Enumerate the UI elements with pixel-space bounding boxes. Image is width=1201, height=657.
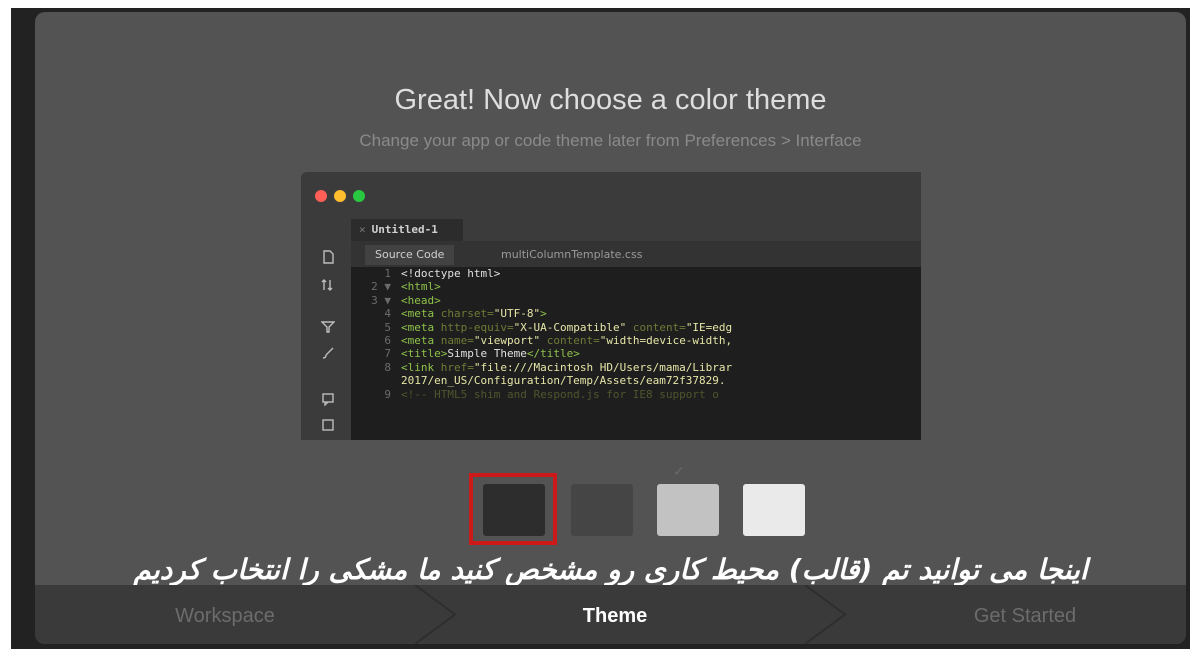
maximize-window-dot bbox=[353, 190, 365, 202]
code-text: <meta name="viewport" content="width=dev… bbox=[401, 333, 733, 347]
line-number: 4 bbox=[384, 307, 391, 321]
code-line: 4 <meta charset="UTF-8"> bbox=[351, 307, 921, 320]
code-text: <head> bbox=[401, 293, 441, 307]
code-line: 1 <!doctype html> bbox=[351, 267, 921, 280]
code-fade bbox=[351, 400, 921, 440]
tool-sidebar bbox=[313, 242, 343, 440]
code-text: <!-- HTML5 shim and Respond.js for IE8 s… bbox=[401, 387, 719, 401]
code-text: <!doctype html> bbox=[401, 267, 501, 280]
line-number: 3 ▼ bbox=[371, 293, 391, 307]
file-icon bbox=[317, 250, 339, 268]
setup-steps-bar: Workspace Theme Get Started bbox=[35, 585, 1186, 644]
comment-icon bbox=[317, 392, 339, 410]
step-divider-1 bbox=[415, 585, 457, 644]
code-line: 3 ▼ <head> bbox=[351, 294, 921, 307]
line-number: 9 bbox=[384, 387, 391, 401]
code-text: <title>Simple Theme</title> bbox=[401, 347, 580, 361]
code-line: 6 <meta name="viewport" content="width=de… bbox=[351, 334, 921, 347]
line-number: 1 bbox=[384, 267, 391, 280]
theme-swatch-dark[interactable] bbox=[571, 484, 633, 536]
close-icon: × bbox=[359, 223, 366, 236]
line-number: 2 ▼ bbox=[371, 280, 391, 294]
theme-swatch-light[interactable] bbox=[657, 484, 719, 536]
annotation-caption: اینجا می توانید تم (قالب) محیط کاری رو م… bbox=[133, 553, 1088, 586]
related-files-bar: Source Code multiColumnTemplate.css bbox=[351, 241, 921, 267]
line-number: 7 bbox=[384, 347, 391, 361]
code-editor-preview: 1 <!doctype html> 2 ▼ <html> 3 ▼ <head> 4 <meta… bbox=[351, 267, 921, 440]
snippet-icon bbox=[317, 418, 339, 436]
page-title: Great! Now choose a color theme bbox=[394, 84, 827, 116]
code-line: 7 <title>Simple Theme</title> bbox=[351, 347, 921, 360]
selected-theme-highlight bbox=[469, 473, 557, 545]
funnel-icon bbox=[317, 320, 339, 338]
minimize-window-dot bbox=[334, 190, 346, 202]
sort-icon bbox=[317, 278, 339, 296]
theme-swatch-lightest[interactable] bbox=[743, 484, 805, 536]
tab-source-code: Source Code bbox=[365, 245, 455, 265]
page-subtitle: Change your app or code theme later from… bbox=[359, 131, 862, 150]
step-get-started[interactable]: Get Started bbox=[895, 585, 1155, 644]
line-number: 6 bbox=[384, 333, 391, 347]
document-tab-label: Untitled-1 bbox=[371, 223, 438, 236]
checkmark-icon: ✓ bbox=[673, 464, 685, 480]
code-text: 2017/en_US/Configuration/Temp/Assets/eam… bbox=[401, 374, 726, 388]
code-line: 9 <!-- HTML5 shim and Respond.js for IE8 … bbox=[351, 388, 921, 401]
line-number: 8 bbox=[384, 360, 391, 374]
tab-css-file: multiColumnTemplate.css bbox=[501, 248, 643, 261]
code-line: 2017/en_US/Configuration/Temp/Assets/eam… bbox=[351, 374, 921, 387]
code-line: 2 ▼ <html> bbox=[351, 280, 921, 293]
brush-icon bbox=[317, 346, 339, 364]
line-number: 5 bbox=[384, 320, 391, 334]
code-text: <meta http-equiv="X-UA-Compatible" conte… bbox=[401, 320, 733, 334]
step-divider-2 bbox=[805, 585, 847, 644]
document-tab: × Untitled-1 bbox=[351, 219, 463, 241]
code-line: 8 <link href="file:///Macintosh HD/Users/… bbox=[351, 361, 921, 374]
code-text: <link href="file:///Macintosh HD/Users/m… bbox=[401, 360, 733, 374]
step-theme[interactable]: Theme bbox=[515, 585, 715, 644]
theme-setup-dialog: Great! Now choose a color theme Change y… bbox=[35, 12, 1186, 644]
code-text: <meta charset="UTF-8"> bbox=[401, 307, 547, 321]
code-text: <html> bbox=[401, 280, 441, 294]
code-line: 5 <meta http-equiv="X-UA-Compatible" cont… bbox=[351, 321, 921, 334]
close-window-dot bbox=[315, 190, 327, 202]
step-workspace[interactable]: Workspace bbox=[125, 585, 325, 644]
theme-preview-window: × Untitled-1 Source Code multiColumnTemp… bbox=[301, 172, 921, 440]
